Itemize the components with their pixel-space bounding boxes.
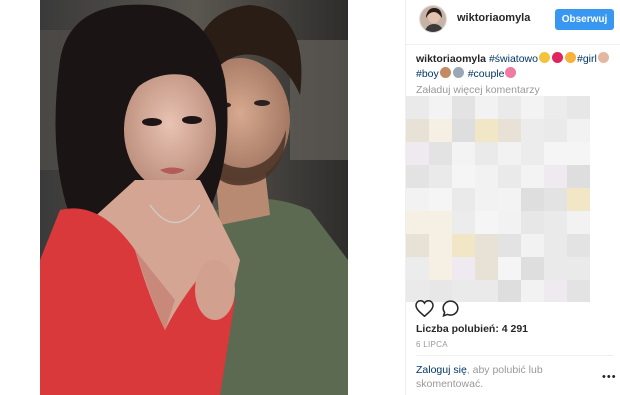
blurred-comment-pixel [567, 257, 590, 280]
avatar-image [420, 6, 446, 32]
blurred-comment-pixel [567, 165, 590, 188]
blurred-comment-pixel [406, 165, 429, 188]
blurred-comment-pixel [544, 96, 567, 119]
follow-button[interactable]: Obserwuj [555, 9, 614, 30]
blurred-comment-pixel [567, 188, 590, 211]
post-sidebar: wiktoriaomyla Obserwuj wiktoriaomyla #św… [405, 0, 620, 395]
blurred-comment-pixel [475, 257, 498, 280]
male-sign-emoji-icon [452, 67, 464, 78]
blurred-comment-pixel [544, 234, 567, 257]
blurred-comment-pixel [452, 211, 475, 234]
blurred-comment-pixel [567, 96, 590, 119]
more-options-icon[interactable]: ••• [602, 371, 617, 383]
blurred-comment-pixel [429, 119, 452, 142]
couple-selfie-image [40, 0, 348, 395]
caption-username[interactable]: wiktoriaomyla [416, 53, 486, 65]
blurred-comment-pixel [406, 257, 429, 280]
blurred-comment-pixel [429, 96, 452, 119]
blurred-comment-pixel [475, 165, 498, 188]
blurred-comment-pixel [498, 142, 521, 165]
blurred-comment-pixel [475, 211, 498, 234]
blurred-comment-pixel [567, 234, 590, 257]
man-emoji-icon [439, 67, 451, 78]
blurred-comment-pixel [452, 119, 475, 142]
heart-icon[interactable] [415, 299, 434, 322]
blurred-comment-pixel [498, 234, 521, 257]
comments-blurred [406, 96, 620, 302]
login-prompt: Zaloguj się, aby polubić lub skomentować… [416, 363, 596, 391]
hashtag-couple[interactable]: #couple [468, 68, 505, 80]
post-actions: Liczba polubień: 4 291 6 LIPCA Zaloguj s… [406, 298, 620, 391]
blurred-comment-pixel [521, 257, 544, 280]
blurred-comment-pixel [429, 211, 452, 234]
blurred-comment-pixel [475, 188, 498, 211]
blurred-comment-pixel [498, 165, 521, 188]
blurred-comment-pixel [521, 165, 544, 188]
laughing-emoji-icon [538, 52, 550, 63]
blurred-comment-pixel [567, 211, 590, 234]
login-link[interactable]: Zaloguj się [416, 364, 467, 376]
blurred-comment-pixel [475, 119, 498, 142]
blurred-comment-pixel [498, 96, 521, 119]
blurred-comment-pixel [544, 165, 567, 188]
blurred-comment-pixel [521, 142, 544, 165]
blurred-comment-pixel [498, 188, 521, 211]
blurred-comment-pixel [406, 234, 429, 257]
blurred-comment-pixel [475, 96, 498, 119]
blurred-comment-pixel [475, 234, 498, 257]
blurred-comment-pixel [452, 142, 475, 165]
blurred-comment-pixel [544, 119, 567, 142]
hashtag-swiatowo[interactable]: #światowo [489, 53, 538, 65]
blurred-comment-pixel [406, 211, 429, 234]
blurred-comment-pixel [521, 119, 544, 142]
kiss-emoji-icon [564, 52, 576, 63]
couple-kiss-emoji-icon [505, 67, 517, 78]
blurred-comment-pixel [429, 165, 452, 188]
blurred-comment-pixel [498, 257, 521, 280]
blurred-comment-pixel [406, 119, 429, 142]
blurred-comment-pixel [429, 188, 452, 211]
blurred-comment-pixel [544, 142, 567, 165]
blurred-comment-pixel [429, 257, 452, 280]
blurred-comment-pixel [498, 211, 521, 234]
blurred-comment-pixel [521, 96, 544, 119]
blurred-comment-pixel [521, 188, 544, 211]
blurred-comment-pixel [406, 142, 429, 165]
post-photo[interactable] [40, 0, 348, 395]
blurred-comment-pixel [452, 188, 475, 211]
header-username[interactable]: wiktoriaomyla [457, 12, 530, 24]
blurred-comment-pixel [544, 257, 567, 280]
blurred-comment-pixel [475, 142, 498, 165]
blurred-comment-pixel [406, 96, 429, 119]
blurred-comment-pixel [544, 188, 567, 211]
blurred-comment-pixel [567, 119, 590, 142]
post-header: wiktoriaomyla Obserwuj [406, 0, 620, 45]
hashtag-girl[interactable]: #girl [577, 53, 597, 65]
blurred-comment-pixel [429, 234, 452, 257]
blurred-comment-pixel [452, 165, 475, 188]
post-caption: wiktoriaomyla #światowo #girl #boy #coupl… [416, 52, 616, 82]
comment-icon[interactable] [442, 300, 459, 322]
load-more-comments-link[interactable]: Załaduj więcej komentarzy [416, 84, 540, 96]
post-date: 6 LIPCA [416, 340, 448, 349]
blurred-comment-pixel [544, 211, 567, 234]
divider [416, 355, 614, 356]
blurred-comment-pixel [452, 234, 475, 257]
blurred-comment-pixel [521, 234, 544, 257]
woman-emoji-icon [597, 52, 609, 63]
blurred-comment-pixel [498, 119, 521, 142]
blurred-comment-pixel [429, 142, 452, 165]
hashtag-boy[interactable]: #boy [416, 68, 439, 80]
blurred-comment-pixel [452, 96, 475, 119]
avatar[interactable] [419, 5, 447, 33]
likes-count[interactable]: Liczba polubień: 4 291 [416, 323, 528, 335]
blurred-comment-pixel [452, 257, 475, 280]
blurred-comment-pixel [567, 142, 590, 165]
blurred-comment-pixel [521, 211, 544, 234]
blurred-comment-pixel [406, 188, 429, 211]
red-heart-emoji-icon [551, 52, 563, 63]
instagram-post: wiktoriaomyla Obserwuj wiktoriaomyla #św… [0, 0, 620, 395]
